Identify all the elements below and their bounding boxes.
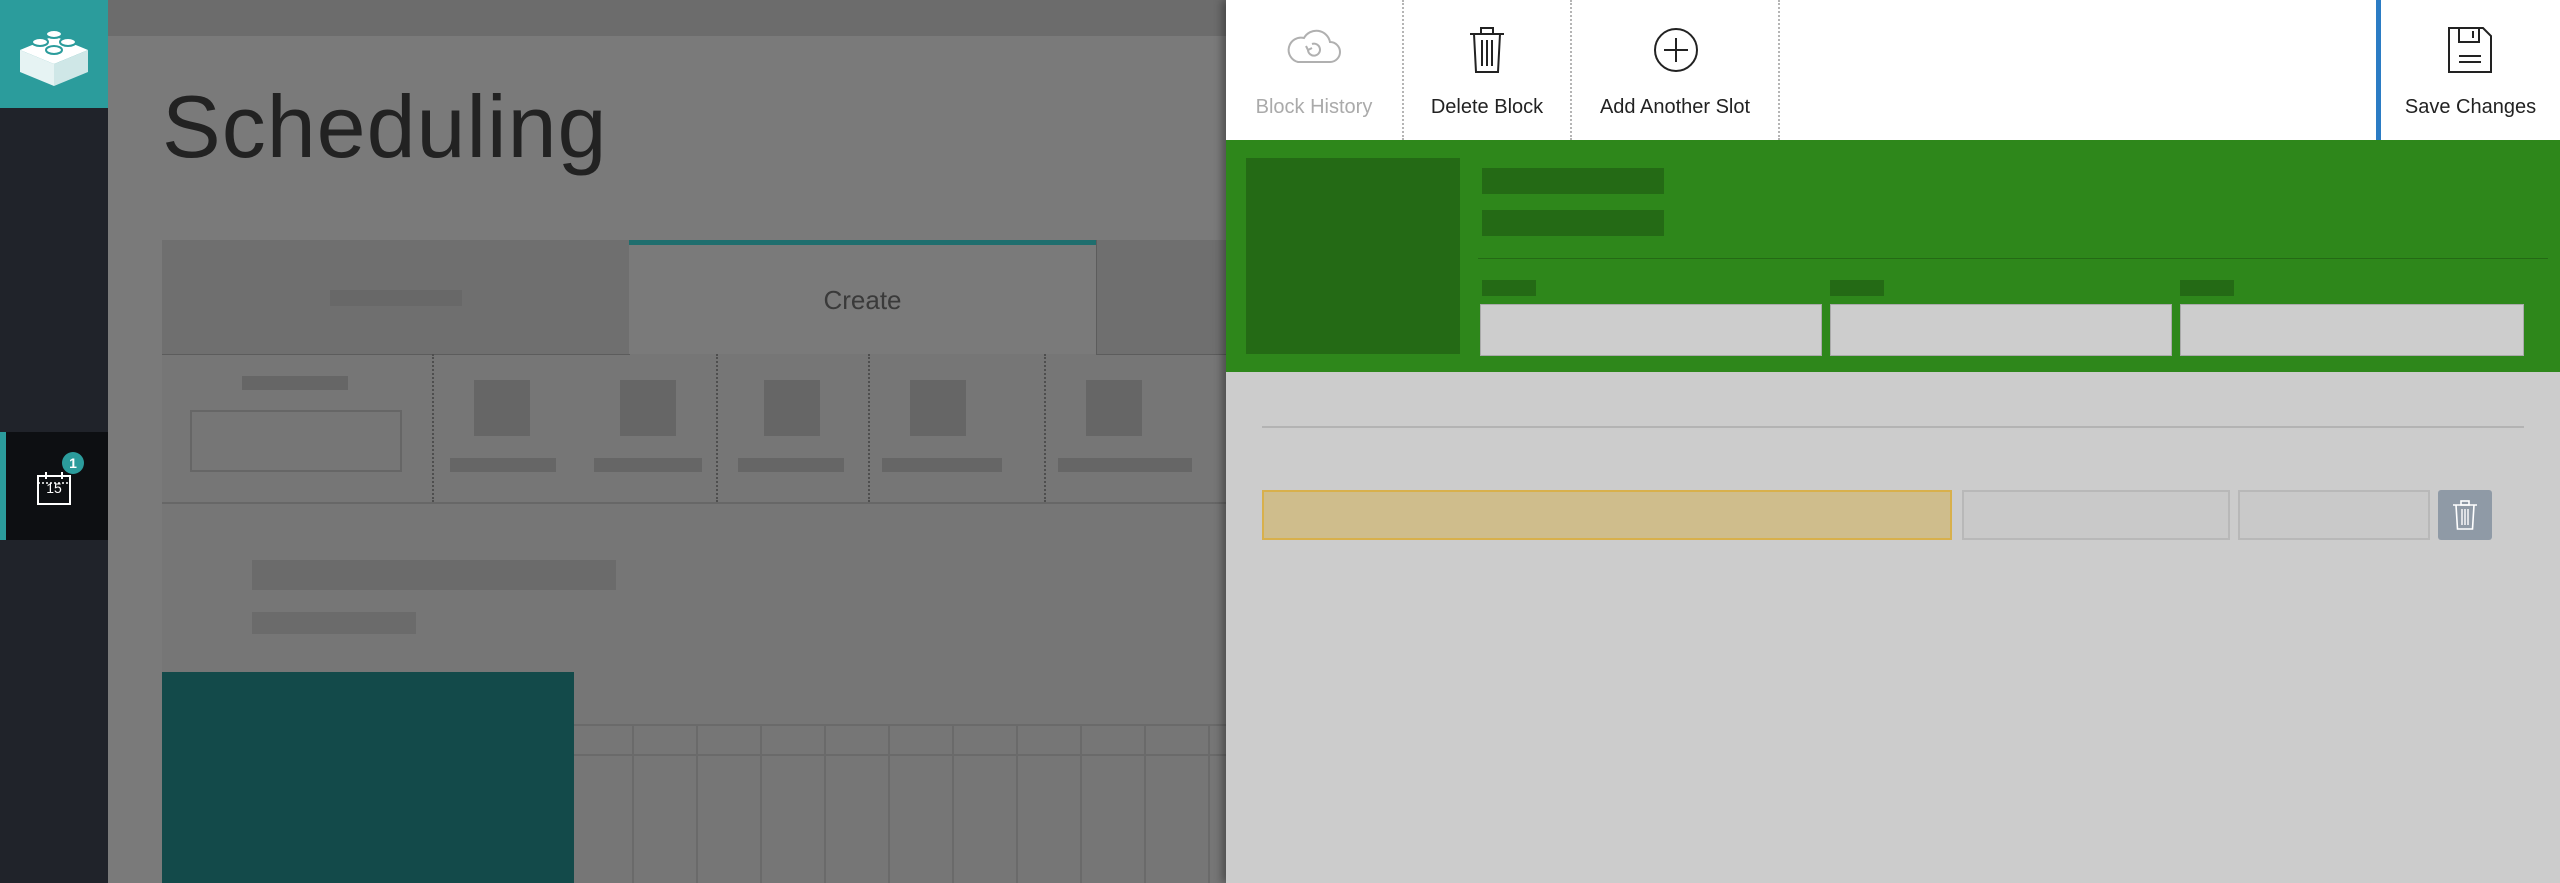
field-label-placeholder	[1830, 280, 1884, 296]
cloud-history-icon	[1287, 29, 1341, 63]
tool-separator	[868, 354, 870, 502]
field-label-placeholder	[2180, 280, 2234, 296]
save-changes-button[interactable]: Save Changes	[2376, 0, 2560, 140]
active-indicator	[0, 432, 6, 540]
grid-line	[574, 754, 1228, 756]
add-another-slot-button[interactable]: Add Another Slot	[1572, 0, 1778, 140]
tool-icon-placeholder	[620, 380, 676, 436]
tool-icon-placeholder	[1086, 380, 1142, 436]
floppy-disk-icon	[2448, 27, 2492, 73]
block-thumbnail	[1246, 158, 1460, 354]
panel-toolbar: Block History Delete Block Add Another S…	[1226, 0, 2560, 140]
background-page: Scheduling Create	[108, 0, 1228, 883]
calendar-day-number: 15	[46, 480, 62, 496]
tab-placeholder	[162, 240, 630, 355]
grid-line	[1080, 724, 1082, 883]
block-history-label: Block History	[1255, 96, 1373, 118]
grid-line	[632, 724, 634, 883]
tool-label-placeholder	[738, 458, 844, 472]
nav-rail: 1 15	[0, 0, 108, 883]
tool-label-placeholder	[242, 376, 348, 390]
tool-separator	[716, 354, 718, 502]
tool-input-placeholder	[190, 410, 402, 472]
add-another-slot-label: Add Another Slot	[1599, 96, 1751, 118]
tool-separator	[432, 354, 434, 502]
block-field-3[interactable]	[2180, 304, 2524, 356]
block-field-2[interactable]	[1830, 304, 2172, 356]
grid-line	[952, 724, 954, 883]
block-field-1[interactable]	[1480, 304, 1822, 356]
trash-icon	[1470, 27, 1504, 73]
schedule-grid	[574, 724, 1228, 883]
tab-create-label: Create	[823, 285, 902, 315]
trash-icon	[2453, 500, 2477, 530]
tool-label-placeholder	[450, 458, 556, 472]
tool-label-placeholder	[594, 458, 702, 472]
background-topbar	[108, 0, 1228, 36]
background-tool-row	[162, 354, 1228, 504]
text-placeholder	[252, 612, 416, 634]
block-edit-panel: Block History Delete Block Add Another S…	[1226, 0, 2560, 883]
tool-icon-placeholder	[474, 380, 530, 436]
tool-icon-placeholder	[764, 380, 820, 436]
text-placeholder	[252, 560, 616, 590]
stacked-blocks-icon	[20, 29, 88, 86]
block-history-button[interactable]: Block History	[1226, 0, 1402, 140]
delete-block-label: Delete Block	[1430, 96, 1544, 118]
app-logo[interactable]	[0, 0, 108, 108]
tab-label-placeholder	[330, 290, 462, 306]
notification-badge: 1	[62, 452, 84, 474]
grid-line	[1016, 724, 1018, 883]
slot-name-input[interactable]	[1262, 490, 1952, 540]
grid-line	[1144, 724, 1146, 883]
section-divider	[1262, 426, 2524, 428]
tool-label-placeholder	[882, 458, 1002, 472]
grid-line	[888, 724, 890, 883]
tab-placeholder-right	[1096, 240, 1228, 355]
tool-separator	[1044, 354, 1046, 502]
tab-create: Create	[629, 240, 1096, 354]
page-title: Scheduling	[162, 77, 608, 176]
grid-line	[760, 724, 762, 883]
slots-section	[1226, 372, 2560, 883]
grid-line	[824, 724, 826, 883]
toolbar-separator	[1778, 0, 1780, 140]
delete-block-button[interactable]: Delete Block	[1404, 0, 1570, 140]
grid-line	[696, 724, 698, 883]
schedule-block	[162, 672, 574, 883]
slot-start-input[interactable]	[1962, 490, 2230, 540]
tool-icon-placeholder	[910, 380, 966, 436]
plus-circle-icon	[1654, 28, 1698, 72]
tool-label-placeholder	[1058, 458, 1192, 472]
block-header	[1226, 140, 2560, 372]
block-title-placeholder	[1482, 168, 1664, 194]
grid-line	[574, 724, 1228, 726]
save-changes-label: Save Changes	[2404, 96, 2537, 118]
delete-slot-button[interactable]	[2438, 490, 2492, 540]
grid-line	[1208, 724, 1210, 883]
slot-end-input[interactable]	[2238, 490, 2430, 540]
field-label-placeholder	[1482, 280, 1536, 296]
header-divider	[1478, 258, 2548, 259]
block-subtitle-placeholder	[1482, 210, 1664, 236]
